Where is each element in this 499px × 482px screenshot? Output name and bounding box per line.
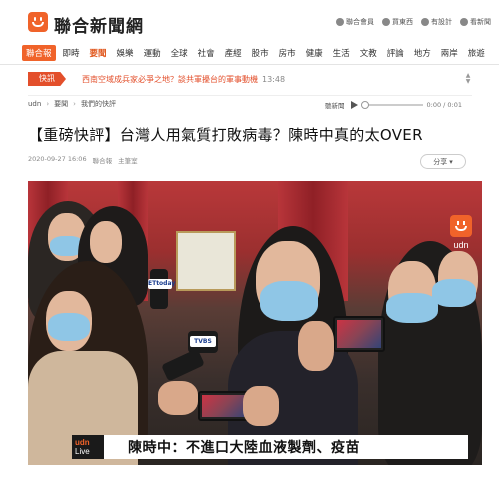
face-mask xyxy=(48,313,90,341)
breadcrumb-item[interactable]: 要聞 xyxy=(54,99,68,109)
face xyxy=(90,221,122,263)
nav-item[interactable]: 評論 xyxy=(382,47,409,59)
audio-player: 聽新聞 0:00 / 0:01 xyxy=(325,98,475,112)
pen-icon xyxy=(421,18,429,26)
header-link-shop[interactable]: 買東西 xyxy=(382,17,413,27)
nav-brand[interactable]: 聯合報 xyxy=(22,45,56,61)
video-caption-bar: udn Live 陳時中：不進口大陸血液製劑、疫苗 xyxy=(72,435,468,459)
microphone xyxy=(150,269,168,309)
nav-item[interactable]: 產經 xyxy=(220,47,247,59)
header-links: 聯合會員 買東西 有設計 看新聞 xyxy=(336,17,491,27)
background-frame xyxy=(176,231,236,291)
video-caption: 陳時中：不進口大陸血液製劑、疫苗 xyxy=(104,435,468,459)
header-link-member[interactable]: 聯合會員 xyxy=(336,17,374,27)
article-date: 2020-09-27 16:06 xyxy=(28,155,87,163)
face-mask xyxy=(432,279,476,307)
smartphone xyxy=(333,316,385,352)
site-name[interactable]: 聯合新聞網 xyxy=(54,12,144,37)
bag-icon xyxy=(382,18,390,26)
chevron-right-icon: › xyxy=(46,100,50,108)
chevron-right-icon: › xyxy=(73,100,76,108)
breaking-arrows: ▲ ▼ xyxy=(464,73,472,85)
nav-item[interactable]: 運動 xyxy=(139,47,166,59)
microphone xyxy=(161,348,205,382)
nav-item[interactable]: 娛樂 xyxy=(112,47,139,59)
nav-item[interactable]: 文教 xyxy=(355,47,382,59)
face-mask xyxy=(386,293,438,323)
nav-item[interactable]: 股市 xyxy=(247,47,274,59)
main-nav: 聯合報 即時 要聞 娛樂 運動 全球 社會 產經 股市 房市 健康 生活 文教 … xyxy=(22,45,499,61)
nav-item[interactable]: 社會 xyxy=(193,47,220,59)
udn-logo-icon[interactable] xyxy=(28,12,48,32)
audio-time: 0:00 / 0:01 xyxy=(426,101,463,109)
article-author: 主筆室 xyxy=(118,157,138,165)
audio-label: 聽新聞 xyxy=(325,102,345,110)
udn-watermark: udn xyxy=(446,215,476,261)
share-button[interactable]: 分享 ▾ xyxy=(420,154,466,169)
site-header: 聯合新聞網 聯合會員 買東西 有設計 看新聞 xyxy=(0,0,499,40)
news-icon xyxy=(460,18,468,26)
nav-item[interactable]: 房市 xyxy=(274,47,301,59)
audio-progress-track[interactable] xyxy=(360,101,423,109)
breaking-news-bar: 快訊 西南空域成兵家必爭之地？談共軍擾台的軍事動機 13:48 ▲ ▼ xyxy=(28,69,472,89)
article-meta: 2020-09-27 16:06 聯合報 主筆室 xyxy=(28,155,138,165)
nav-item-active[interactable]: 要聞 xyxy=(85,47,112,59)
hand xyxy=(158,381,198,415)
article-source: 聯合報 xyxy=(92,157,113,165)
nav-item[interactable]: 地方 xyxy=(409,47,436,59)
breaking-time: 13:48 xyxy=(262,75,286,84)
play-icon[interactable] xyxy=(350,101,358,109)
chevron-down-icon[interactable]: ▼ xyxy=(464,79,472,85)
hand xyxy=(298,321,334,371)
breadcrumb-item[interactable]: udn xyxy=(28,100,41,108)
udn-live-badge: udn Live xyxy=(72,435,104,459)
nav-item[interactable]: 生活 xyxy=(328,47,355,59)
hand xyxy=(243,386,279,426)
mic-label: TVBS xyxy=(190,336,216,347)
video-player[interactable]: ETtoday TVBS udn udn Live 陳時中：不進口大陸血液製劑、… xyxy=(28,181,482,465)
breaking-headline-link[interactable]: 西南空域成兵家必爭之地？談共軍擾台的軍事動機 13:48 xyxy=(82,74,285,85)
nav-item[interactable]: 健康 xyxy=(301,47,328,59)
nav-divider xyxy=(0,64,499,65)
breadcrumb-item[interactable]: 我們的快評 xyxy=(81,99,116,109)
udn-logo-icon xyxy=(450,215,472,237)
header-link-news[interactable]: 看新聞 xyxy=(460,17,491,27)
nav-item[interactable]: 全球 xyxy=(166,47,193,59)
article-headline: 【重磅快評】台灣人用氣質打敗病毒？陳時中真的太OVER xyxy=(28,126,423,144)
face-mask xyxy=(260,281,318,321)
divider xyxy=(28,95,472,96)
breaking-tag: 快訊 xyxy=(28,72,66,86)
audio-progress-knob[interactable] xyxy=(360,101,369,109)
nav-item[interactable]: 旅遊 xyxy=(463,47,490,59)
chevron-down-icon: ▾ xyxy=(449,157,453,166)
nav-item[interactable]: 即時 xyxy=(58,47,85,59)
gear-icon xyxy=(336,18,344,26)
breadcrumb: udn › 要聞 › 我們的快評 xyxy=(28,99,116,109)
nav-item[interactable]: 兩岸 xyxy=(436,47,463,59)
header-link-design[interactable]: 有設計 xyxy=(421,17,452,27)
mic-label: ETtoday xyxy=(148,279,176,289)
